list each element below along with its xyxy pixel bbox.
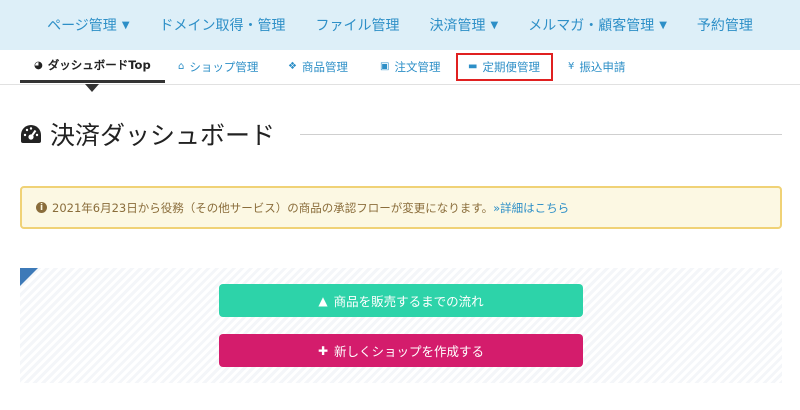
page-title: 決済ダッシュボード [50, 121, 276, 150]
create-shop-label: 新しくショップを作成する [334, 344, 485, 359]
notice-alert: i 2021年6月23日から役務（その他サービス）の商品の承認フローが変更になり… [20, 186, 782, 229]
subnav-item-orders[interactable]: ▣ 注文管理 [380, 50, 440, 83]
topnav-label: ページ管理 [47, 18, 117, 34]
subnav-item-dashboard[interactable]: ◕ ダッシュボードTop [20, 50, 165, 83]
topnav-label: 決済管理 [429, 18, 486, 34]
subnav-label: 振込申請 [579, 59, 626, 74]
active-tab-indicator [85, 84, 99, 92]
corner-ribbon [20, 268, 38, 286]
sub-nav: ◕ ダッシュボードTop ⌂ ショップ管理 ❖ 商品管理 ▣ 注文管理 ▬ 定期… [0, 50, 800, 85]
alert-details-link[interactable]: »詳細はこちら [493, 200, 569, 216]
subnav-item-products[interactable]: ❖ 商品管理 [288, 50, 348, 83]
sales-flow-button[interactable]: ▲ 商品を販売するまでの流れ [219, 284, 583, 317]
yen-icon: ¥ [568, 61, 575, 72]
chevron-down-icon: ▼ [659, 19, 667, 31]
topnav-label: 予約管理 [696, 18, 753, 34]
topnav-item-files[interactable]: ファイル管理 [301, 15, 415, 35]
sales-flow-label: 商品を販売するまでの流れ [333, 294, 484, 309]
subnav-item-shop[interactable]: ⌂ ショップ管理 [178, 50, 258, 83]
graduation-cap-icon: ▲ [318, 293, 328, 308]
page-heading: 決済ダッシュボード [20, 114, 275, 154]
action-panel: ▲ 商品を販売するまでの流れ ✚ 新しくショップを作成する [20, 268, 782, 383]
heading-divider [300, 134, 782, 135]
chevron-down-icon: ▼ [490, 19, 499, 31]
highlight-annotation-box [456, 53, 553, 81]
subnav-label: 注文管理 [394, 59, 441, 74]
info-icon: i [36, 202, 47, 213]
plus-icon: ✚ [317, 343, 329, 358]
topnav-item-page-management[interactable]: ページ管理 ▼ [32, 15, 144, 35]
topnav-label: ドメイン取得・管理 [159, 18, 286, 34]
top-nav: ページ管理 ▼ ドメイン取得・管理 ファイル管理 決済管理 ▼ メルマガ・顧客管… [0, 0, 800, 50]
topnav-item-mailmag[interactable]: メルマガ・顧客管理 ▼ [513, 15, 682, 35]
topnav-label: メルマガ・顧客管理 [528, 18, 655, 34]
gauge-icon: ◕ [34, 59, 43, 71]
topnav-item-domain[interactable]: ドメイン取得・管理 [145, 15, 301, 35]
create-shop-button[interactable]: ✚ 新しくショップを作成する [219, 334, 583, 367]
subnav-label: 商品管理 [301, 59, 348, 74]
cart-icon: ▣ [380, 61, 390, 72]
alert-text: 2021年6月23日から役務（その他サービス）の商品の承認フローが変更になります… [52, 200, 494, 215]
subnav-item-transfer[interactable]: ¥ 振込申請 [568, 50, 625, 83]
home-icon: ⌂ [178, 61, 185, 72]
subnav-label: ショップ管理 [189, 59, 259, 74]
dashboard-gauge-icon [21, 125, 41, 143]
topnav-label: ファイル管理 [315, 18, 400, 34]
topnav-item-payment[interactable]: 決済管理 ▼ [415, 15, 514, 35]
topnav-item-reservation[interactable]: 予約管理 [682, 15, 768, 35]
chevron-down-icon: ▼ [121, 19, 130, 31]
subnav-label: ダッシュボードTop [47, 58, 151, 72]
cubes-icon: ❖ [288, 61, 297, 72]
